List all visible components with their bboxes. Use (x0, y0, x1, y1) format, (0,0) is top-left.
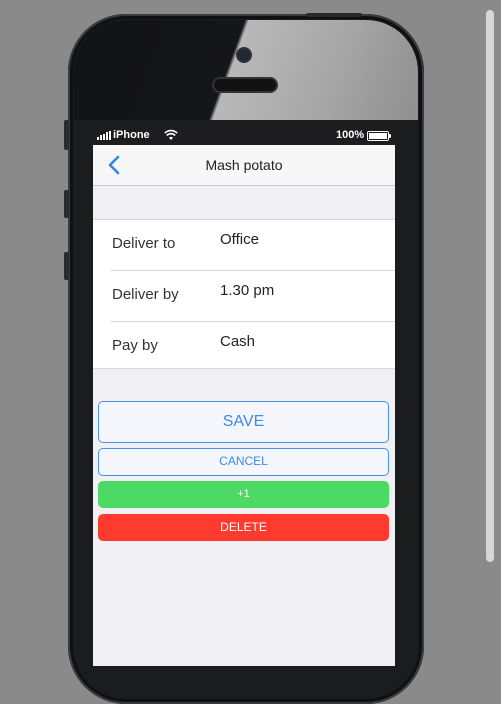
carrier-label: iPhone (113, 129, 150, 141)
phone-screen: iPhone 100% Mash potato Deliver to Offic… (93, 126, 395, 666)
phone-bezel (74, 20, 418, 120)
earpiece-speaker (214, 79, 276, 91)
pay-by-label: Pay by (112, 337, 158, 354)
order-form: Deliver to Office Deliver by 1.30 pm Pay… (93, 219, 395, 369)
deliver-by-label: Deliver by (112, 286, 179, 303)
navigation-bar: Mash potato (93, 145, 395, 186)
page-title: Mash potato (205, 157, 283, 173)
page-scrollbar[interactable] (486, 10, 494, 562)
save-button[interactable]: SAVE (98, 401, 389, 443)
cancel-button[interactable]: CANCEL (98, 448, 389, 476)
power-button (306, 13, 362, 17)
deliver-to-value[interactable]: Office (220, 231, 259, 248)
volume-up-button (64, 190, 69, 218)
battery-icon (367, 131, 391, 141)
status-bar: iPhone 100% (93, 126, 395, 145)
front-camera (238, 49, 250, 61)
battery-percent: 100% (336, 129, 365, 141)
pay-by-row[interactable]: Pay by Cash (93, 321, 395, 373)
signal-bars-icon (97, 131, 111, 140)
delete-button[interactable]: DELETE (98, 514, 389, 541)
deliver-to-row[interactable]: Deliver to Office (93, 220, 395, 271)
volume-down-button (64, 252, 69, 280)
plus-one-button[interactable]: +1 (98, 481, 389, 508)
deliver-by-row[interactable]: Deliver by 1.30 pm (93, 270, 395, 322)
pay-by-value[interactable]: Cash (220, 333, 255, 350)
wifi-icon (164, 129, 178, 140)
silent-switch (64, 120, 69, 150)
deliver-to-label: Deliver to (112, 235, 176, 252)
deliver-by-value[interactable]: 1.30 pm (220, 282, 274, 299)
